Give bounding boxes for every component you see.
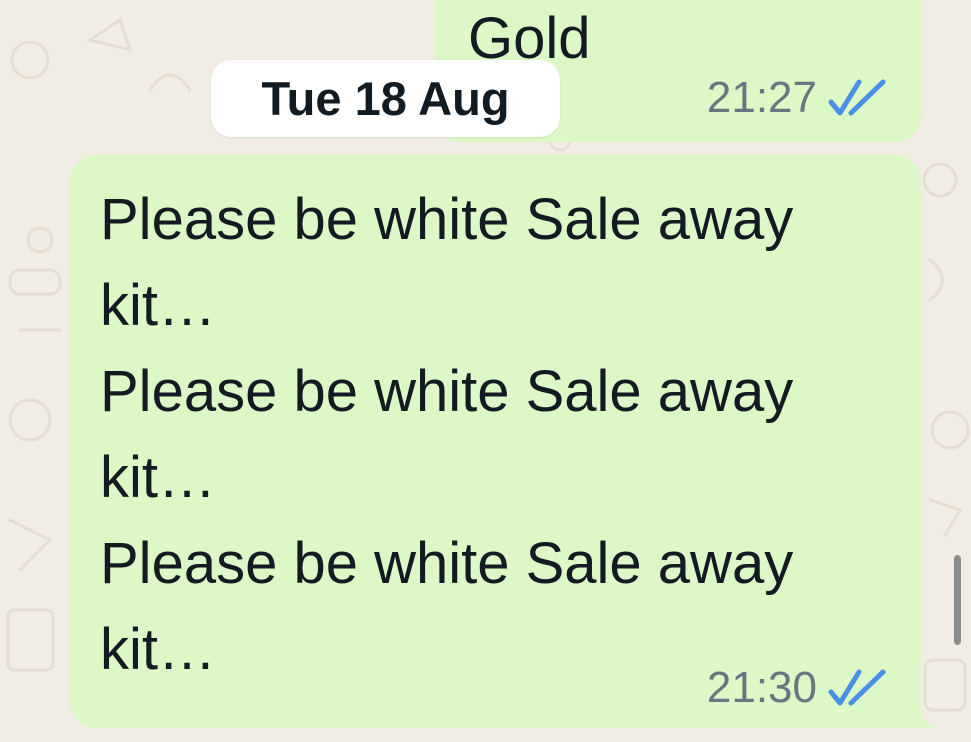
double-check-read-icon [827, 78, 891, 118]
message-bubble-outgoing[interactable]: Please be white Sale away kit… Please be… [70, 155, 935, 728]
message-line: Please be white Sale away [100, 359, 794, 424]
message-line: kit… [100, 273, 216, 338]
scrollbar-thumb[interactable] [954, 555, 961, 645]
bubble-tail [909, 706, 935, 728]
message-line: Please be white Sale away [100, 531, 794, 596]
message-timestamp: 21:27 [706, 73, 817, 122]
message-timestamp: 21:30 [706, 663, 817, 712]
message-line: kit… [100, 445, 216, 510]
message-meta: 21:27 [707, 76, 891, 120]
double-check-read-icon [827, 668, 891, 708]
message-line: Please be white Sale away [100, 187, 794, 252]
message-text: Please be white Sale away kit… Please be… [100, 177, 890, 693]
message-meta: 21:30 [707, 666, 891, 710]
date-separator: Tue 18 Aug [211, 60, 560, 137]
